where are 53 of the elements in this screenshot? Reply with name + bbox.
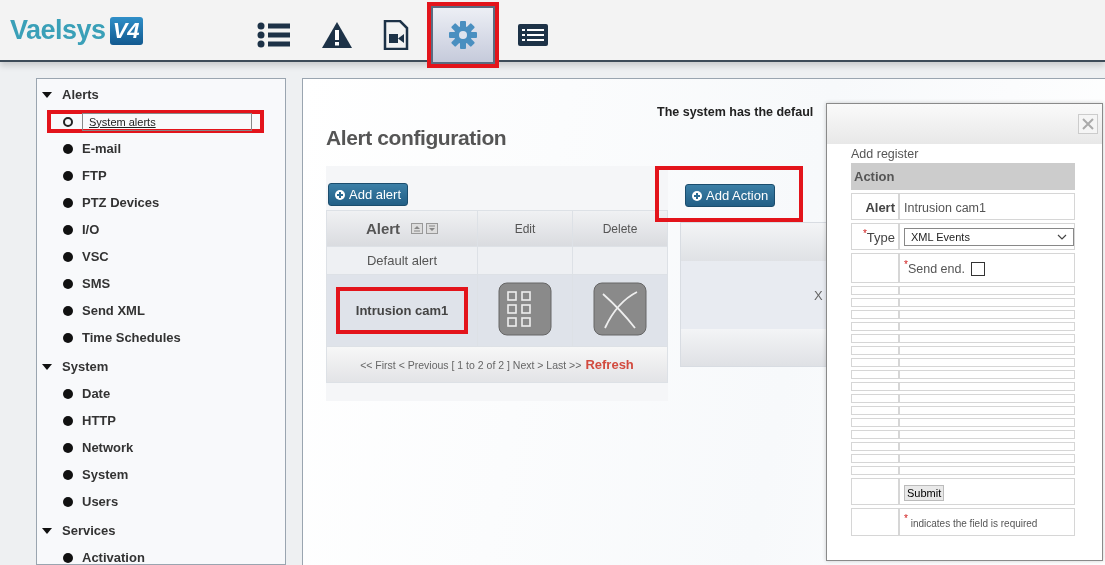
video-file-icon	[383, 20, 409, 50]
tree-group[interactable]: Alerts	[62, 87, 99, 102]
delete-cross-icon[interactable]	[593, 282, 647, 336]
checkbox-label: *Send end.	[904, 262, 965, 276]
field-label: *Type	[862, 229, 895, 245]
refresh-link[interactable]: Refresh	[585, 357, 634, 372]
column-header: Edit	[514, 221, 536, 236]
sidebar-item[interactable]: Date	[47, 382, 123, 405]
sidebar-item[interactable]: I/O	[47, 218, 112, 241]
section-header: Action	[851, 163, 1075, 190]
tree-group[interactable]: System	[62, 359, 109, 374]
sidebar-item[interactable]: Users	[47, 490, 131, 513]
table-cell-text: Default alert	[365, 252, 439, 270]
edit-checklist-icon[interactable]	[498, 282, 552, 336]
type-dropdown[interactable]: XML Events	[904, 227, 1074, 246]
list-icon	[257, 22, 291, 48]
sort-down-icon[interactable]	[426, 223, 439, 234]
notice-text: The system has the defaul	[657, 105, 814, 119]
checkbox[interactable]	[970, 261, 985, 276]
gear-icon	[449, 21, 477, 49]
pager-text: << First < Previous [ 1 to 2 of 2 ] Next > Last >>	[360, 359, 582, 371]
warning-icon	[321, 21, 353, 49]
sidebar-item[interactable]: System	[47, 463, 141, 486]
logo-text: Vaelsys	[10, 15, 106, 46]
close-icon	[1082, 118, 1094, 130]
field-value: Intrusion cam1	[904, 200, 986, 215]
dialog-subtitle: Add register	[851, 147, 920, 161]
chevron-down-icon	[1057, 233, 1067, 240]
sidebar-item[interactable]: E-mail	[47, 137, 133, 160]
field-label: Alert	[865, 199, 895, 215]
sidebar-item[interactable]: VSC	[47, 245, 121, 268]
sidebar-item[interactable]: Network	[47, 436, 146, 459]
logo-badge: V4	[109, 16, 143, 45]
sidebar-item[interactable]: PTZ Devices	[47, 191, 172, 214]
submit-button[interactable]: Submit	[904, 484, 945, 501]
sidebar-item[interactable]: SMS	[47, 272, 123, 295]
sort-up-icon[interactable]	[411, 223, 424, 234]
sidebar-item[interactable]: Time Schedules	[47, 326, 193, 349]
sidebar-item[interactable]: FTP	[47, 164, 119, 187]
highlighted-tab[interactable]	[427, 2, 499, 68]
table-cell: X	[814, 287, 823, 303]
sidebar-item[interactable]: HTTP	[47, 409, 128, 432]
sidebar-item[interactable]: Send XML	[47, 299, 157, 322]
highlighted-sidebar-item[interactable]: System alerts	[47, 110, 264, 133]
sidebar-item[interactable]: Activation	[47, 546, 157, 565]
column-header: Delete	[602, 221, 638, 236]
list-box-icon	[517, 23, 549, 47]
add-alert-button[interactable]: Add alert	[328, 183, 409, 206]
add-action-button[interactable]: Add Action	[685, 184, 776, 207]
page-title: Alert configuration	[326, 126, 507, 151]
column-header[interactable]: Alert	[365, 220, 401, 237]
highlighted-table-cell: Intrusion cam1	[335, 287, 469, 334]
tree-group[interactable]: Services	[62, 523, 116, 538]
